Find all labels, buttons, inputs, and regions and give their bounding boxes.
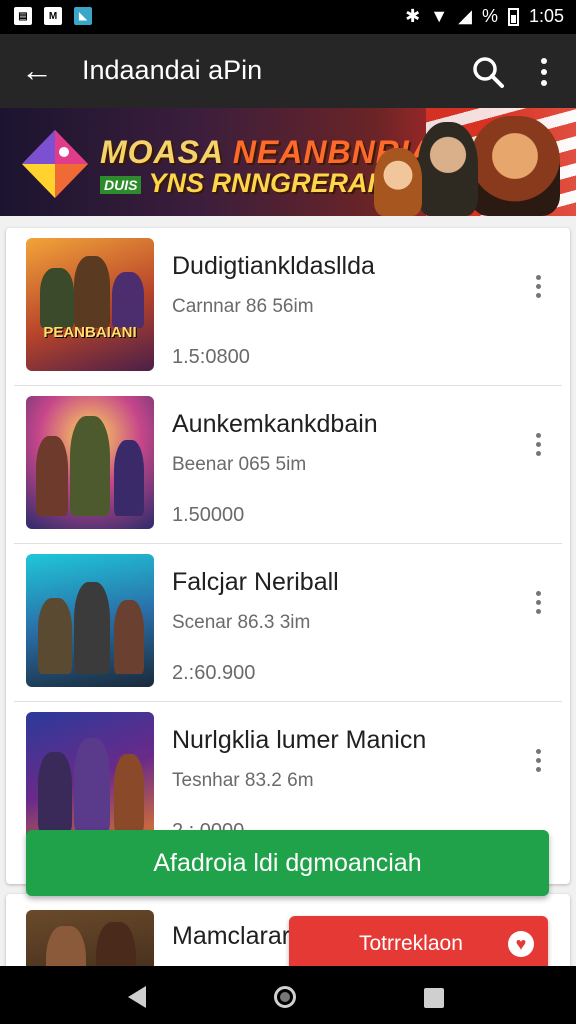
banner-character-art [470,116,560,216]
game-title: Nurlgklia lumer Manicn [172,726,427,754]
download-count: 2.:60.900 [172,662,256,684]
game-size: Scenar 86.3 3im [172,612,311,633]
status-bar: ▤ M ◣ ✱ ▼ ◢ % 1:05 [0,0,576,34]
download-count: 1.5:0800 [172,346,250,368]
row-more-options-icon[interactable] [526,588,550,616]
banner-character-art [374,148,422,216]
row-more-options-icon[interactable] [526,746,550,774]
mail-icon: M [44,7,62,25]
banner-subheadline: DUIS YNS RNNGRERAIS [100,168,393,199]
wifi-icon: ▼ [430,6,449,26]
banner-logo-icon [22,130,88,198]
download-count: 1.50000 [172,504,245,526]
row-more-options-icon[interactable] [526,272,550,300]
promo-banner[interactable]: MOASA NEANBNRIAN DUIS YNS RNNGRERAIS [0,108,576,216]
game-title: Dudigtiankldasllda [172,252,375,280]
game-size: Tesnhar 83.2 6m [172,770,314,791]
list-item[interactable]: Aunkemkankdbain Beenar 065 5im 1.50000 [6,386,570,544]
banner-character-art [418,122,478,216]
nav-recents-icon[interactable] [424,988,444,1008]
game-size: Carnnar 86 56im [172,296,314,317]
primary-action-button[interactable]: Afadroia ldi dgmoanciah [26,830,549,896]
list-item[interactable]: PEANBAIANI Dudigtiankldasllda Carnnar 86… [6,228,570,386]
battery-icon [507,7,519,26]
notification-icon: ▤ [14,7,32,25]
search-icon[interactable] [470,54,506,90]
game-cover-image [26,554,154,687]
game-cover-image: PEANBAIANI [26,238,154,371]
heart-icon: ♥ [508,931,534,957]
secondary-action-button[interactable]: Totrreklaon ♥ [289,916,548,972]
game-title: Mamclarar [172,922,291,950]
system-nav-bar [0,966,576,1024]
page-title: Indaandai aPin [82,55,263,85]
game-title: Aunkemkankdbain [172,410,378,438]
clock: 1:05 [528,6,564,26]
game-list: PEANBAIANI Dudigtiankldasllda Carnnar 86… [6,228,570,884]
game-size: Beenar 065 5im [172,454,307,475]
battery-percent: % [481,6,498,26]
game-cover-image [26,712,154,845]
app-bar: ← Indaandai aPin [0,34,576,108]
bluetooth-icon: ✱ [405,6,421,26]
nav-home-icon[interactable] [274,986,296,1008]
nav-back-icon[interactable] [128,986,146,1008]
game-cover-image [26,396,154,529]
back-arrow-icon[interactable]: ← [18,52,56,90]
more-options-icon[interactable] [526,54,562,90]
row-more-options-icon[interactable] [526,430,550,458]
app-notification-icon: ◣ [74,7,92,25]
signal-icon: ◢ [458,6,472,26]
game-title: Falcjar Neriball [172,568,339,596]
list-item[interactable]: Falcjar Neriball Scenar 86.3 3im 2.:60.9… [6,544,570,702]
